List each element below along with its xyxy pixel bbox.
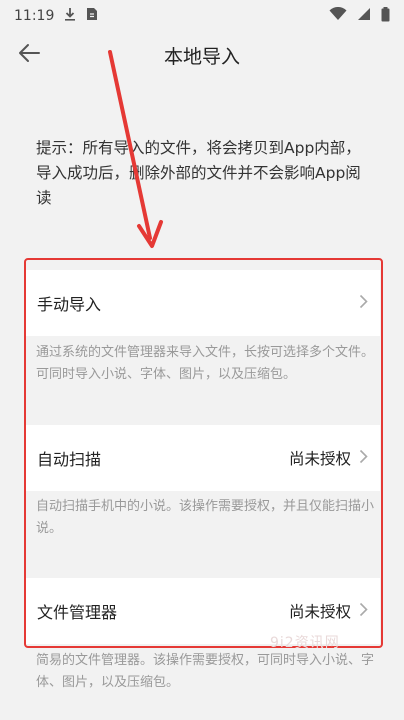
watermark: 9i2资讯网: [270, 635, 340, 651]
chevron-right-icon: [359, 602, 368, 621]
status-right: [329, 6, 390, 26]
chevron-right-icon: [359, 449, 368, 468]
signal-icon: [357, 7, 371, 25]
wifi-icon: [329, 6, 347, 25]
status-left: 11:19: [14, 7, 98, 25]
download-icon: [64, 7, 76, 25]
item-label: 手动导入: [37, 295, 102, 314]
app-bar: 本地导入: [0, 32, 404, 78]
item-right: 尚未授权: [289, 447, 368, 469]
item-label: 自动扫描: [37, 450, 102, 469]
permission-status: 尚未授权: [288, 603, 351, 621]
item-label: 文件管理器: [37, 603, 118, 622]
page-title: 本地导入: [163, 45, 240, 68]
back-arrow-icon: [18, 43, 40, 67]
status-time: 11:19: [14, 8, 55, 24]
auto-scan-description: 自动扫描手机中的小说。该操作需要授权，并且仅能扫描小说。: [36, 499, 375, 536]
status-bar: 11:19: [0, 0, 404, 32]
chevron-right-icon: [359, 294, 368, 313]
item-right: [359, 294, 368, 313]
item-right: 尚未授权: [289, 600, 368, 622]
hint-text: 提示：所有导入的文件，将会拷贝到App内部，导入成功后，删除外部的文件并不会影响…: [36, 139, 361, 207]
battery-icon: [381, 6, 390, 26]
manual-import-description: 通过系统的文件管理器来导入文件，长按可选择多个文件。可同时导入小说、字体、图片，…: [36, 345, 375, 382]
auto-scan-item[interactable]: 自动扫描 尚未授权: [25, 425, 380, 491]
file-icon: [86, 7, 98, 25]
file-manager-description: 简易的文件管理器。该操作需要授权，可同时导入小说、字体、图片，以及压缩包。: [36, 653, 375, 690]
permission-status: 尚未授权: [288, 450, 351, 468]
manual-import-item[interactable]: 手动导入: [25, 270, 380, 336]
back-button[interactable]: [10, 36, 48, 74]
